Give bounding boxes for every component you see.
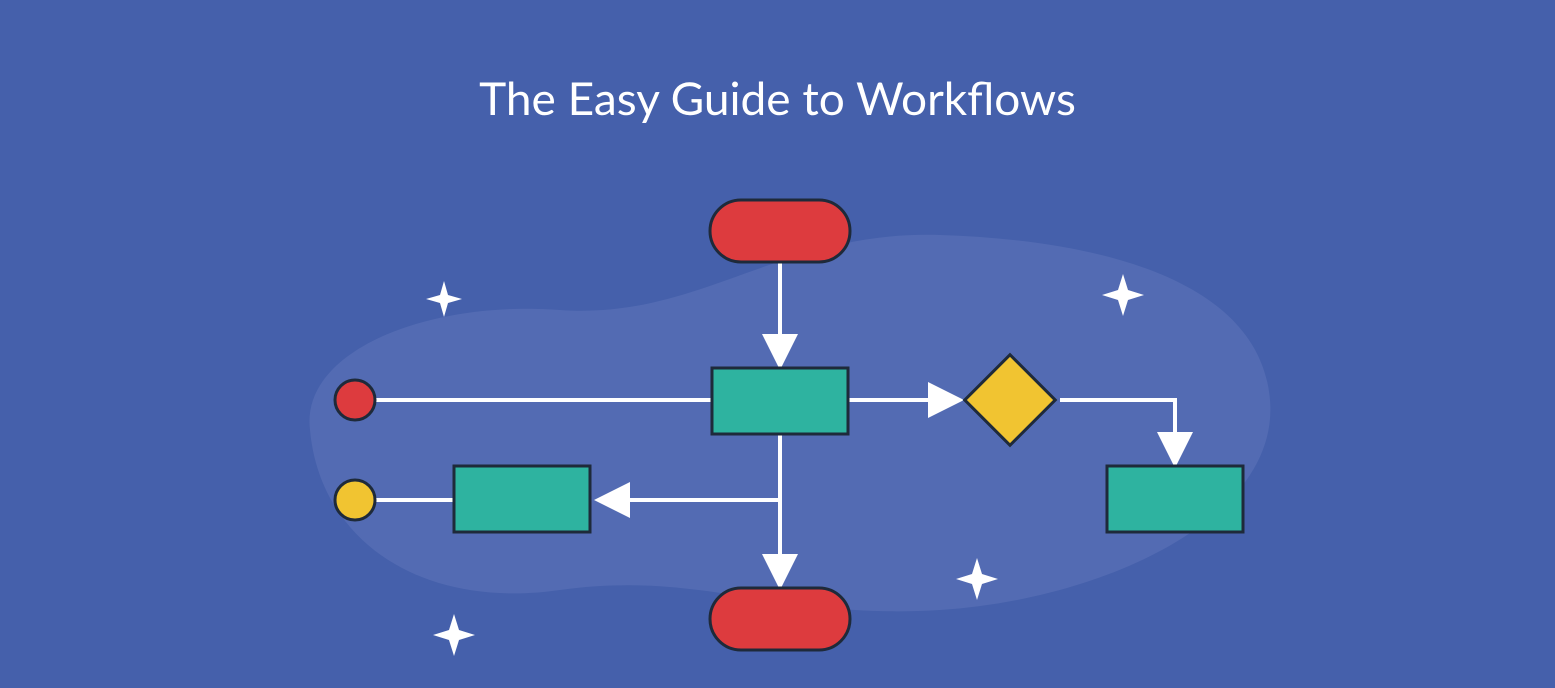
process-center [712,368,848,434]
process-left [454,466,590,532]
workflow-diagram [0,0,1555,688]
terminator-start [710,200,850,262]
connector-circle-yellow [335,480,375,520]
connector-circle-red [335,380,375,420]
sparkle-icon [433,614,475,656]
terminator-end [710,588,850,650]
process-right [1107,466,1243,532]
sparkle-icon [426,281,462,317]
